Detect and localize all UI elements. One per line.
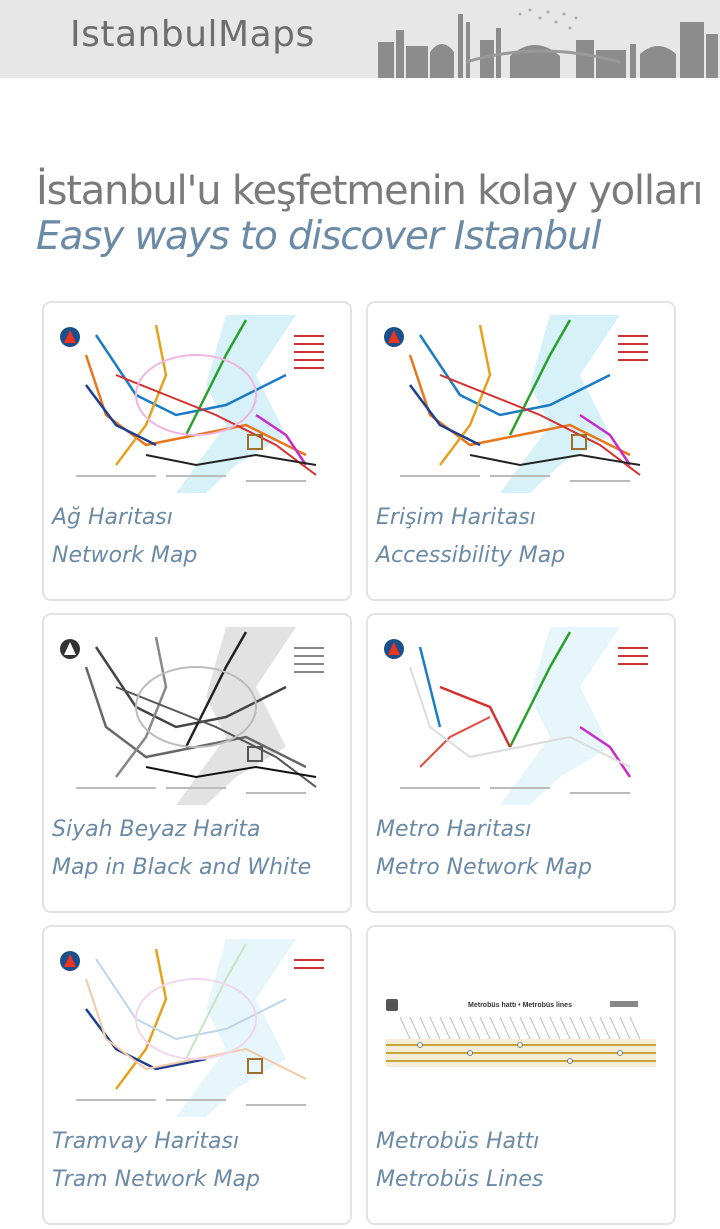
map-card-metro[interactable]: Metro Haritası Metro Network Map xyxy=(366,613,676,913)
tram-map-thumbnail xyxy=(56,939,340,1117)
card-label-turkish: Metro Haritası xyxy=(376,817,532,842)
black-white-map-thumbnail xyxy=(56,627,340,805)
map-card-tram[interactable]: Tramvay Haritası Tram Network Map xyxy=(42,925,352,1225)
page-heading-english: Easy ways to discover Istanbul xyxy=(36,214,601,259)
card-label-english: Map in Black and White xyxy=(52,855,312,880)
metrobus-thumb-title: Metrobüs hattı • Metrobüs lines xyxy=(468,1002,572,1009)
card-label-turkish: Siyah Beyaz Harita xyxy=(52,817,261,842)
app-title[interactable]: IstanbulMaps xyxy=(70,14,315,55)
metro-map-thumbnail xyxy=(380,627,664,805)
card-label-english: Accessibility Map xyxy=(376,543,566,568)
card-label-english: Tram Network Map xyxy=(52,1167,260,1192)
map-card-network[interactable]: Ağ Haritası Network Map xyxy=(42,301,352,601)
istanbul-skyline-illustration xyxy=(378,8,718,78)
card-label-turkish: Erişim Haritası xyxy=(376,505,536,530)
card-label-english: Metrobüs Lines xyxy=(376,1167,544,1192)
map-card-black-white[interactable]: Siyah Beyaz Harita Map in Black and Whit… xyxy=(42,613,352,913)
app-header: IstanbulMaps xyxy=(0,0,720,78)
map-card-accessibility[interactable]: Erişim Haritası Accessibility Map xyxy=(366,301,676,601)
metrobus-lines-thumbnail: Metrobüs hattı • Metrobüs lines xyxy=(380,939,664,1117)
card-label-turkish: Metrobüs Hattı xyxy=(376,1129,540,1154)
card-label-turkish: Tramvay Haritası xyxy=(52,1129,240,1154)
map-card-metrobus[interactable]: Metrobüs hattı • Metrobüs lines Metrobüs… xyxy=(366,925,676,1225)
card-label-english: Metro Network Map xyxy=(376,855,592,880)
card-label-turkish: Ağ Haritası xyxy=(52,505,173,530)
accessibility-map-thumbnail xyxy=(380,315,664,493)
network-map-thumbnail xyxy=(56,315,340,493)
card-label-english: Network Map xyxy=(52,543,198,568)
page-heading-turkish: İstanbul'u keşfetmenin kolay yolları xyxy=(36,168,703,214)
